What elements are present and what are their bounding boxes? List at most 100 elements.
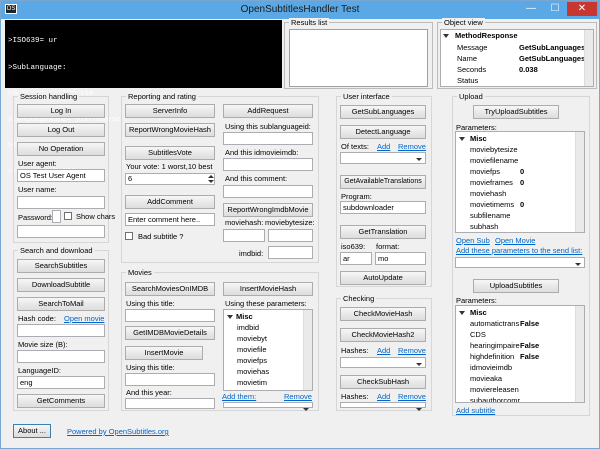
subtitles-vote-button[interactable]: SubtitlesVote [125, 146, 215, 160]
hash-code-input[interactable] [17, 324, 105, 337]
vote-input[interactable]: 6 [125, 173, 215, 185]
collapse-icon[interactable] [459, 311, 465, 315]
open-sub-link[interactable]: Open Sub [456, 236, 490, 245]
close-icon[interactable]: ✕ [567, 2, 597, 16]
password-input[interactable] [52, 210, 61, 223]
bad-subtitle-checkbox[interactable] [125, 232, 133, 240]
report-wrong-movie-hash-button[interactable]: ReportWrongMovieHash [125, 123, 215, 137]
search-to-mail-button[interactable]: SearchToMail [17, 297, 105, 311]
detect-language-button[interactable]: DetectLanguage [340, 125, 426, 139]
insert-movie-button[interactable]: InsertMovie [125, 346, 203, 360]
get-available-translations-button[interactable]: GetAvailableTranslations [340, 175, 426, 189]
moviehash-input[interactable] [223, 229, 265, 242]
param-name: automatictrans [470, 319, 520, 328]
about-button[interactable]: About ... [13, 424, 51, 438]
object-view-label: Object view [442, 18, 485, 27]
year-input[interactable] [125, 398, 215, 409]
param-name: moviefilename [470, 156, 519, 165]
add-comment-button[interactable]: AddComment [125, 195, 215, 209]
spinner-down-icon[interactable] [208, 180, 214, 183]
hashes-select2[interactable] [340, 402, 426, 411]
add-link[interactable]: Add [377, 392, 390, 401]
add-them-link[interactable]: Add them: [222, 392, 256, 401]
results-list[interactable] [289, 29, 428, 87]
title-input[interactable] [125, 309, 215, 322]
user-name-input[interactable] [17, 196, 105, 209]
search-movies-imdb-button[interactable]: SearchMoviesOnIMDB [125, 282, 215, 296]
powered-by-link[interactable]: Powered by OpenSubtitles.org [67, 427, 169, 436]
program-input[interactable]: subdownloader [340, 201, 426, 214]
idmovieimdb-input[interactable] [223, 158, 313, 171]
remove-link[interactable]: Remove [398, 142, 426, 151]
remove-link[interactable]: Remove [284, 392, 312, 401]
object-view-grid[interactable]: MethodResponse Message GetSubLanguages r… [440, 29, 594, 87]
get-translation-button[interactable]: GetTranslation [340, 225, 426, 239]
get-sub-languages-button[interactable]: GetSubLanguages [340, 105, 426, 119]
try-upload-button[interactable]: TryUploadSubtitles [473, 105, 559, 119]
upload-params-grid[interactable]: Misc moviebytesize moviefilename moviefp… [455, 131, 585, 233]
movie-size-input[interactable] [17, 350, 105, 363]
moviebytesize-input[interactable] [268, 229, 313, 242]
logout-button[interactable]: Log Out [17, 123, 105, 137]
hashes-select[interactable] [340, 357, 426, 368]
texts-select[interactable] [340, 152, 426, 164]
scrollbar[interactable] [584, 30, 593, 86]
scrollbar[interactable] [575, 132, 584, 232]
collapse-icon[interactable] [443, 34, 449, 38]
remove-link[interactable]: Remove [398, 346, 426, 355]
search-subtitles-button[interactable]: SearchSubtitles [17, 259, 105, 273]
enter-comment-input[interactable]: Enter comment here.. [125, 213, 215, 226]
check-movie-hash-button[interactable]: CheckMovieHash [340, 307, 426, 321]
window-title: OpenSubtitlesHandler Test [240, 4, 360, 15]
movie-params-select[interactable] [223, 402, 313, 411]
comment-input[interactable] [223, 185, 313, 198]
password-field[interactable] [17, 225, 105, 238]
get-imdb-details-button[interactable]: GetIMDBMovieDetails [125, 326, 215, 340]
check-movie-hash2-button[interactable]: CheckMovieHash2 [340, 328, 426, 342]
report-wrong-imdb-button[interactable]: ReportWrongImdbMovie [223, 203, 313, 217]
minimize-icon[interactable]: — [520, 2, 542, 16]
collapse-icon[interactable] [227, 315, 233, 319]
add-to-send-list-link[interactable]: Add these parameters to the send list: [456, 246, 582, 255]
open-movie-link[interactable]: Open Movie [495, 236, 535, 245]
sublanguageid-input[interactable] [223, 132, 313, 145]
maximize-icon[interactable]: ☐ [544, 2, 566, 16]
remove-link[interactable]: Remove [398, 392, 426, 401]
open-movie-link[interactable]: Open movie [64, 314, 104, 323]
object-row-value: GetSubLanguages r [519, 43, 591, 52]
add-link[interactable]: Add [377, 346, 390, 355]
check-sub-hash-button[interactable]: CheckSubHash [340, 375, 426, 389]
language-id-input[interactable]: eng [17, 376, 105, 389]
server-info-button[interactable]: ServerInfo [125, 104, 215, 118]
format-input[interactable]: mo [375, 252, 426, 265]
auto-update-button[interactable]: AutoUpdate [340, 271, 426, 285]
no-operation-button[interactable]: No Operation [17, 142, 105, 156]
get-comments-button[interactable]: GetComments [17, 394, 105, 408]
scrollbar[interactable] [575, 306, 584, 402]
add-subtitle-link[interactable]: Add subtitle [456, 406, 495, 415]
title-bar: OS OpenSubtitlesHandler Test — ☐ ✕ [1, 1, 599, 19]
login-button[interactable]: Log In [17, 104, 105, 118]
using-title2-label: Using this title: [126, 363, 175, 372]
upload-label: Upload [457, 92, 485, 101]
show-chars-checkbox[interactable] [64, 212, 72, 220]
add-request-button[interactable]: AddRequest [223, 104, 313, 118]
upload-params2-grid[interactable]: Misc automatictrans False CDS hearingimp… [455, 305, 585, 403]
using-params-label: Using these parameters: [225, 299, 307, 308]
title2-input[interactable] [125, 373, 215, 386]
download-subtitle-button[interactable]: DownloadSubtitle [17, 278, 105, 292]
imdbid-input[interactable] [268, 246, 313, 259]
user-agent-input[interactable]: OS Test User Agent [17, 169, 105, 182]
send-list-select[interactable] [455, 257, 585, 268]
scrollbar[interactable] [303, 310, 312, 390]
param-value: False [520, 319, 540, 328]
user-agent-label: User agent: [18, 159, 57, 168]
insert-movie-hash-button[interactable]: InsertMovieHash [223, 282, 313, 296]
spinner-up-icon[interactable] [208, 175, 214, 178]
upload-subtitles-button[interactable]: UploadSubtitles [473, 279, 559, 293]
iso639-input[interactable]: ar [340, 252, 372, 265]
collapse-icon[interactable] [459, 137, 465, 141]
movie-params-grid[interactable]: Misc imdbid moviebyt moviefile moviefps … [223, 309, 313, 391]
console-output: >ISO639= ur >SubLanguage: >SubLanguageID… [5, 20, 282, 176]
add-link[interactable]: Add [377, 142, 390, 151]
